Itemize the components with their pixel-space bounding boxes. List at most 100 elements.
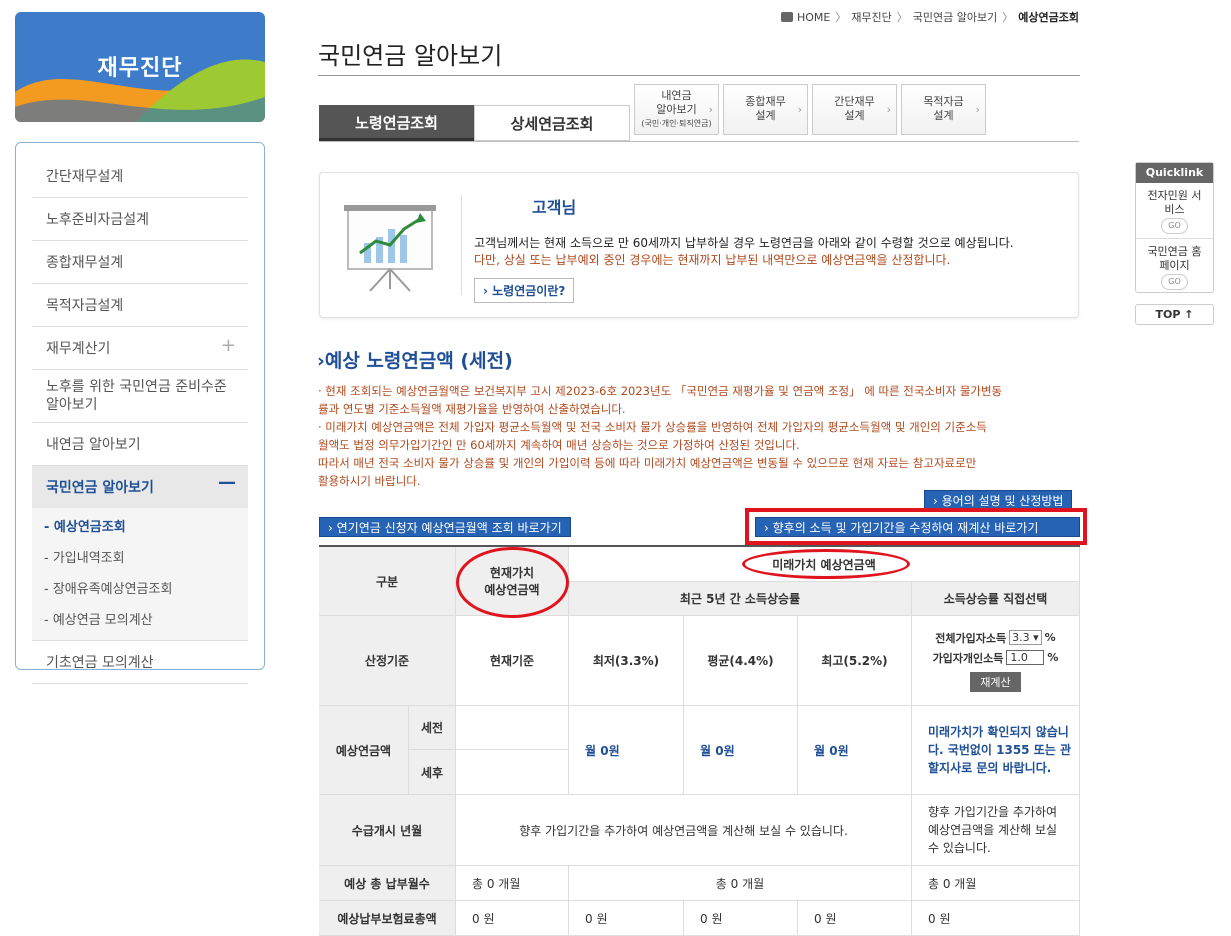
- nav-item-basic-pension[interactable]: 기초연금 모의계산: [32, 641, 248, 684]
- pretax-current: [456, 706, 569, 750]
- row-premium-label: 예상납부보험료총액: [319, 901, 456, 936]
- all-income-select[interactable]: 3.3 ▾: [1009, 630, 1042, 645]
- terms-button[interactable]: › 용어의 설명 및 산정방법: [924, 490, 1073, 510]
- minitab-comprehensive-l1: 종합재무: [745, 95, 786, 108]
- th-direct: 소득상승률 직접선택: [912, 582, 1080, 616]
- minitab-purpose[interactable]: 목적자금 설계 ›: [901, 84, 986, 135]
- info-text-2: 다만, 상실 또는 납부예외 중인 경우에는 현재까지 납부된 내역만으로 예상…: [474, 253, 951, 267]
- premium-direct: 0 원: [912, 901, 1080, 936]
- row-basis-label: 산정기준: [319, 616, 456, 706]
- premium-avg: 0 원: [684, 901, 798, 936]
- expected-avg: 월 0원: [684, 706, 798, 795]
- section-title: ›예상 노령연금액 (세전): [317, 346, 513, 373]
- section-title-text: 예상 노령연금액 (세전): [324, 350, 513, 372]
- nav-subitem-expected[interactable]: - 예상연금조회: [32, 510, 248, 541]
- banner: 재무진단: [15, 12, 265, 122]
- minitab-simple-l2: 설계: [844, 109, 865, 122]
- all-income-label: 전체가입자소득: [935, 631, 1007, 645]
- row-pretax-label: 세전: [409, 706, 456, 750]
- banner-title: 재무진단: [97, 56, 183, 81]
- highlight-box: [745, 508, 1087, 545]
- minitab-comprehensive[interactable]: 종합재무 설계 ›: [723, 84, 808, 135]
- basis-high: 최고(5.2%): [798, 616, 912, 706]
- quicklink-homepage-label: 국민연금 홈페이지: [1147, 245, 1202, 272]
- nav-subitem-history[interactable]: - 가입내역조회: [32, 541, 248, 572]
- row-aftertax-label: 세후: [409, 750, 456, 795]
- start-text: 향후 가입기간을 추가하여 예상연금액을 계산해 보실 수 있습니다.: [456, 795, 912, 866]
- nav-subitem-disability[interactable]: - 장애유족예상연금조회: [32, 572, 248, 603]
- tab-detail-pension[interactable]: 상세연금조회: [474, 105, 630, 141]
- quicklink-homepage[interactable]: 국민연금 홈페이지 GO: [1136, 239, 1213, 294]
- chevron-right-icon: ›: [975, 103, 980, 116]
- quicklink-eservice[interactable]: 전자민원 서비스 GO: [1136, 183, 1213, 239]
- start-text-direct: 향후 가입기간을 추가하여 예상연금액을 계산해 보실 수 있습니다.: [912, 795, 1080, 866]
- nav-item-simple[interactable]: 간단재무설계: [32, 155, 248, 198]
- info-box: 고객님 고객님께서는 현재 소득으로 만 60세까지 납부하실 경우 노령연금을…: [319, 172, 1079, 318]
- basis-current: 현재기준: [456, 616, 569, 706]
- months-current: 총 0 개월: [456, 866, 569, 901]
- notice-line-4: 월액도 법정 의무가입기간인 만 60세까지 계속하여 매년 상승하는 것으로 …: [318, 438, 800, 452]
- minitab-my-pension-l3: (국민·개인·퇴직연금): [641, 119, 712, 128]
- chevron-right-icon: ›: [317, 350, 325, 372]
- nav-item-comprehensive[interactable]: 종합재무설계: [32, 241, 248, 284]
- row-months-label: 예상 총 납부월수: [319, 866, 456, 901]
- notice-line-6: 활용하시기 바랍니다.: [318, 474, 421, 488]
- breadcrumb-home[interactable]: HOME: [797, 11, 830, 24]
- nav-item-retirement[interactable]: 노후준비자금설계: [32, 198, 248, 241]
- go-button-1[interactable]: GO: [1161, 218, 1188, 234]
- nav-item-purpose[interactable]: 목적자금설계: [32, 284, 248, 327]
- old-age-pension-info-button[interactable]: › 노령연금이란?: [474, 278, 575, 303]
- breadcrumb: HOME 〉 재무진단 〉 국민연금 알아보기 〉 예상연금조회: [780, 9, 1079, 25]
- notice-line-2: 률과 연도별 기준소득월액 재평가율을 반영하여 산출하였습니다.: [318, 402, 626, 416]
- top-button[interactable]: TOP ↑: [1135, 304, 1214, 325]
- notice-line-3: · 미래가치 예상연금액은 전체 가입자 평균소득월액 및 전국 소비자 물가 …: [318, 420, 987, 434]
- customer-name: 고객님: [532, 198, 577, 217]
- personal-income-input[interactable]: 1.0: [1006, 650, 1045, 665]
- go-button-2[interactable]: GO: [1161, 274, 1188, 290]
- deferred-pension-button[interactable]: › 연기연금 신청자 예상연금월액 조회 바로가기: [319, 517, 571, 537]
- notice-line-1: · 현재 조회되는 예상연금월액은 보건복지부 고시 제2023-6호 2023…: [318, 384, 1003, 398]
- row-expected-label: 예상연금액: [319, 706, 409, 795]
- quicklink-title: Quicklink: [1136, 163, 1213, 183]
- nav-item-calculator-label: 재무계산기: [46, 341, 111, 357]
- months-direct: 총 0 개월: [912, 866, 1080, 901]
- nav-subitem-simulation[interactable]: - 예상연금 모의계산: [32, 603, 248, 634]
- pct-2: %: [1047, 651, 1059, 664]
- breadcrumb-current: 예상연금조회: [1018, 11, 1079, 24]
- page-title: 국민연금 알아보기: [318, 42, 503, 70]
- pension-table: 구분 현재가치 예상연금액 미래가치 예상연금액 최근 5년 간 소득상승률 소…: [319, 545, 1080, 936]
- minitab-my-pension[interactable]: 내연금 알아보기 (국민·개인·퇴직연금) ›: [634, 84, 719, 135]
- th-gubun: 구분: [319, 547, 456, 616]
- premium-low: 0 원: [569, 901, 684, 936]
- plus-icon: +: [220, 335, 236, 356]
- all-income-select-value: 3.3: [1012, 631, 1030, 644]
- left-nav: 간단재무설계 노후준비자금설계 종합재무설계 목적자금설계 재무계산기 + 노후를…: [15, 142, 265, 684]
- minitab-my-pension-l2: 알아보기: [656, 103, 697, 116]
- breadcrumb-1[interactable]: 재무진단: [851, 11, 891, 24]
- minitab-my-pension-l1: 내연금: [661, 89, 692, 102]
- info-text-1: 고객님께서는 현재 소득으로 만 60세까지 납부하실 경우 노령연금을 아래와…: [474, 236, 1014, 250]
- highlight-ellipse-future: [742, 549, 910, 579]
- tabs-divider: [319, 141, 1079, 142]
- quicklink-panel: Quicklink 전자민원 서비스 GO 국민연금 홈페이지 GO: [1135, 162, 1214, 293]
- expected-low: 월 0원: [569, 706, 684, 795]
- recalc-button[interactable]: 재계산: [970, 671, 1021, 692]
- nav-item-national-pension[interactable]: 국민연금 알아보기 —: [32, 466, 248, 508]
- notice-line-5: 따라서 매년 전국 소비자 물가 상승률 및 개인의 가입이력 등에 따라 미래…: [318, 456, 977, 470]
- aftertax-current: [456, 750, 569, 795]
- minitab-simple[interactable]: 간단재무 설계 ›: [812, 84, 897, 135]
- title-divider: [318, 75, 1080, 76]
- minus-icon: —: [218, 472, 236, 493]
- tab-old-age-pension[interactable]: 노령연금조회: [319, 105, 474, 141]
- expected-high: 월 0원: [798, 706, 912, 795]
- breadcrumb-2[interactable]: 국민연금 알아보기: [913, 11, 997, 24]
- highlight-ellipse-current: [456, 547, 569, 618]
- row-start-label: 수급개시 년월: [319, 795, 456, 866]
- chevron-right-icon: ›: [886, 103, 891, 116]
- nav-item-calculator[interactable]: 재무계산기 +: [32, 327, 248, 370]
- nav-item-pension-readiness[interactable]: 노후를 위한 국민연금 준비수준 알아보기: [32, 370, 248, 423]
- info-divider: [461, 195, 462, 295]
- minitab-simple-l1: 간단재무: [834, 95, 875, 108]
- presentation-chart-icon: [344, 205, 436, 292]
- nav-item-my-pension[interactable]: 내연금 알아보기: [32, 423, 248, 466]
